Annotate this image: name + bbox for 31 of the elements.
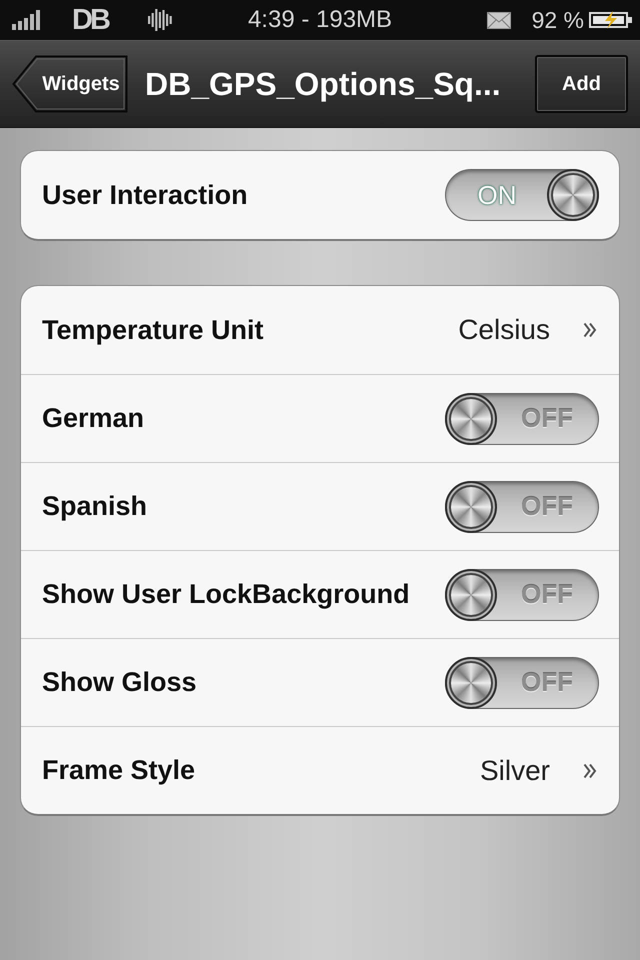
add-button[interactable]: Add [535,55,628,113]
back-button[interactable]: Widgets [12,55,128,113]
switch-knob-icon [547,169,599,221]
setting-label: German [42,403,146,434]
app-logo: DB [72,5,108,35]
toggle-switch[interactable]: OFF [445,568,599,620]
toggle-switch[interactable]: ON [445,169,599,221]
battery-percent: 92 % [532,6,584,34]
setting-label: Frame Style [42,755,196,786]
double-chevron-icon[interactable] [583,762,597,778]
signal-bars-icon [12,10,40,30]
toggle-switch[interactable]: OFF [445,392,599,444]
switch-knob-icon [445,480,497,532]
toggle-switch[interactable]: OFF [445,480,599,532]
toggle-switch[interactable]: OFF [445,656,599,708]
screen-title: DB_GPS_Options_Sq... [145,66,502,102]
status-time: 4:39 - 193MB [248,6,392,34]
setting-label: User Interaction [42,180,249,210]
switch-knob-icon [445,568,497,620]
envelope-icon [486,12,511,28]
setting-label: Show Gloss [42,667,198,698]
battery-charging-icon [589,11,633,29]
switch-knob-icon [445,656,497,708]
setting-label: Temperature Unit [42,314,265,346]
switch-knob-icon [445,392,497,444]
double-chevron-icon[interactable] [583,322,597,338]
setting-label: Spanish [42,491,148,522]
setting-label: Show User LockBackground [42,579,411,610]
setting-value[interactable]: Silver [480,754,550,786]
waveform-icon [148,9,173,31]
setting-value[interactable]: Celsius [458,314,550,346]
